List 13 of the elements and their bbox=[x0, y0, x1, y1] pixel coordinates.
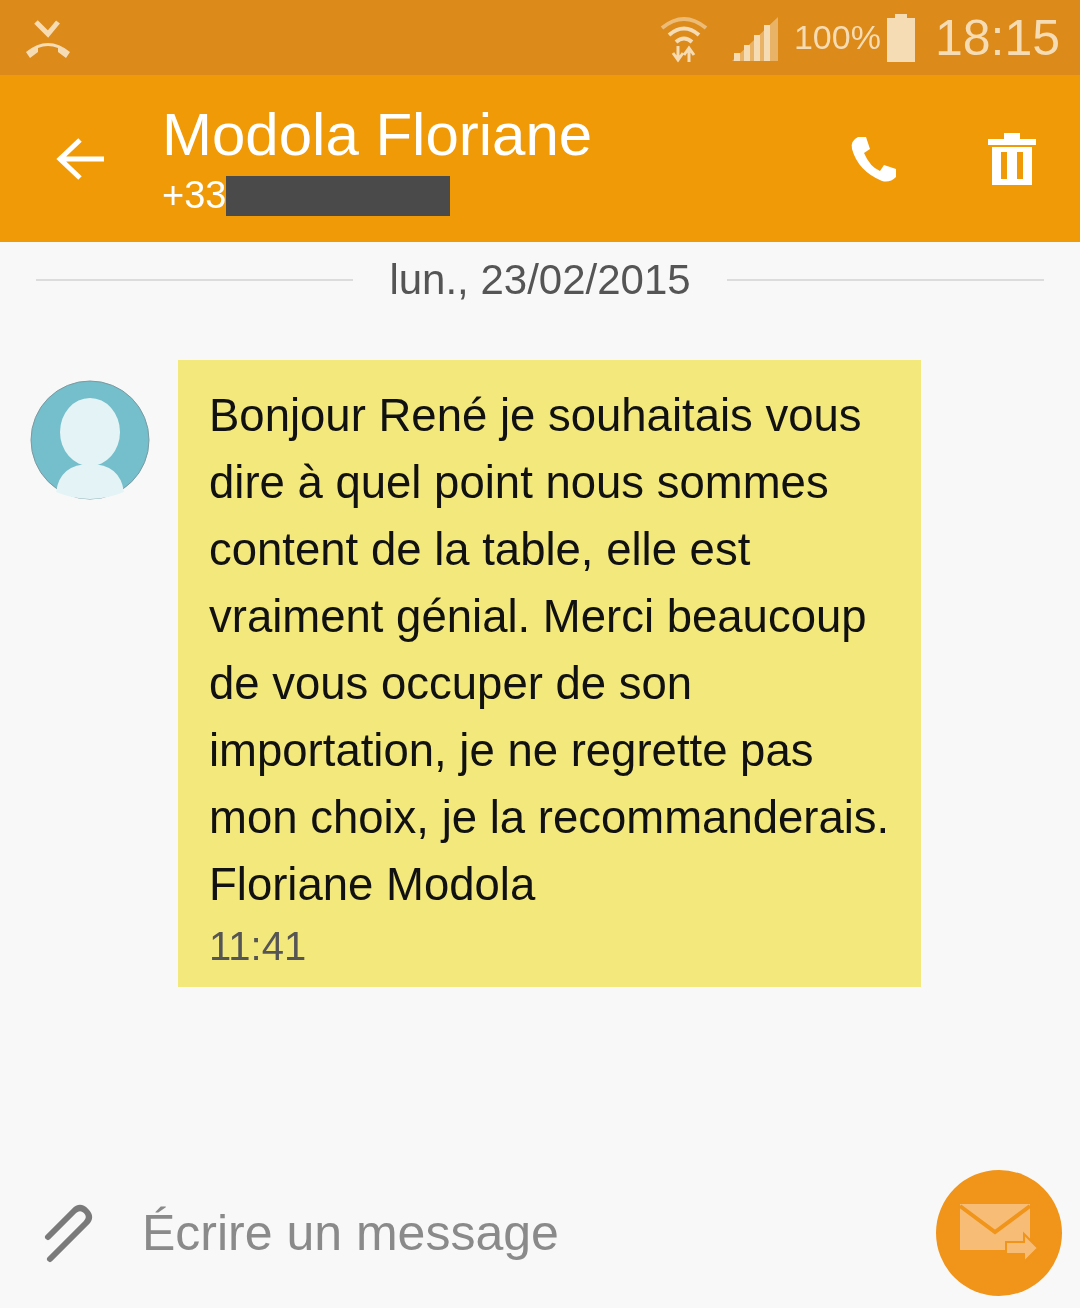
battery-icon bbox=[886, 13, 915, 62]
phone-number: +33 bbox=[162, 174, 227, 217]
phone-icon[interactable] bbox=[850, 134, 896, 183]
back-arrow-icon[interactable] bbox=[56, 136, 106, 181]
date-separator: lun., 23/02/2015 bbox=[389, 256, 691, 304]
contact-name: Modola Floriane bbox=[162, 100, 594, 170]
message-input-field[interactable]: Écrire un message bbox=[140, 1203, 936, 1263]
trash-icon[interactable] bbox=[988, 132, 1036, 185]
clock: 18:15 bbox=[934, 8, 1060, 67]
message-time: 11:41 bbox=[209, 924, 308, 969]
battery-percentage: 100% bbox=[793, 18, 881, 57]
message-text: Bonjour René je souhaitais vous dire à quel point nous sommes content de la table, elle est vraiment génial. Merci beaucoup de vous occuper de son importation, je ne regrette pas mon choix, je la recommanderais. Floriane Modola bbox=[209, 389, 891, 912]
avatar-icon bbox=[30, 380, 150, 500]
